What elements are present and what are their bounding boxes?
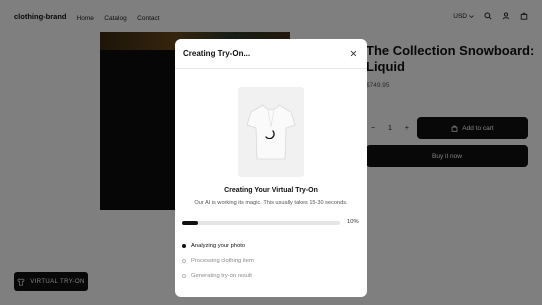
step-generating: Generating try-on result (182, 268, 254, 283)
progress-bar-fill (182, 221, 198, 225)
step-analyzing: Analyzing your photo (182, 238, 254, 253)
generation-subtitle: Our AI is working its magic. This usuall… (194, 200, 348, 206)
clothing-preview-image (238, 87, 304, 177)
modal-title: Creating Try-On... (183, 49, 251, 58)
step-label: Analyzing your photo (191, 242, 246, 249)
progress-percent: 10% (347, 219, 359, 225)
generation-heading: Creating Your Virtual Try-On (224, 187, 318, 194)
progress-bar (182, 221, 340, 225)
close-icon[interactable] (347, 48, 359, 60)
step-status-dot (182, 243, 186, 248)
progress-steps: Analyzing your photo Processing clothing… (182, 238, 254, 283)
step-processing: Processing clothing item (182, 253, 254, 268)
step-status-dot (182, 273, 186, 278)
modal-header: Creating Try-On... (175, 39, 367, 69)
tryon-modal: Creating Try-On... Creating Your Virtual… (175, 39, 367, 297)
step-status-dot (182, 258, 186, 263)
step-label: Generating try-on result (191, 272, 252, 279)
loading-spinner-icon (265, 130, 275, 139)
step-label: Processing clothing item (191, 257, 254, 264)
